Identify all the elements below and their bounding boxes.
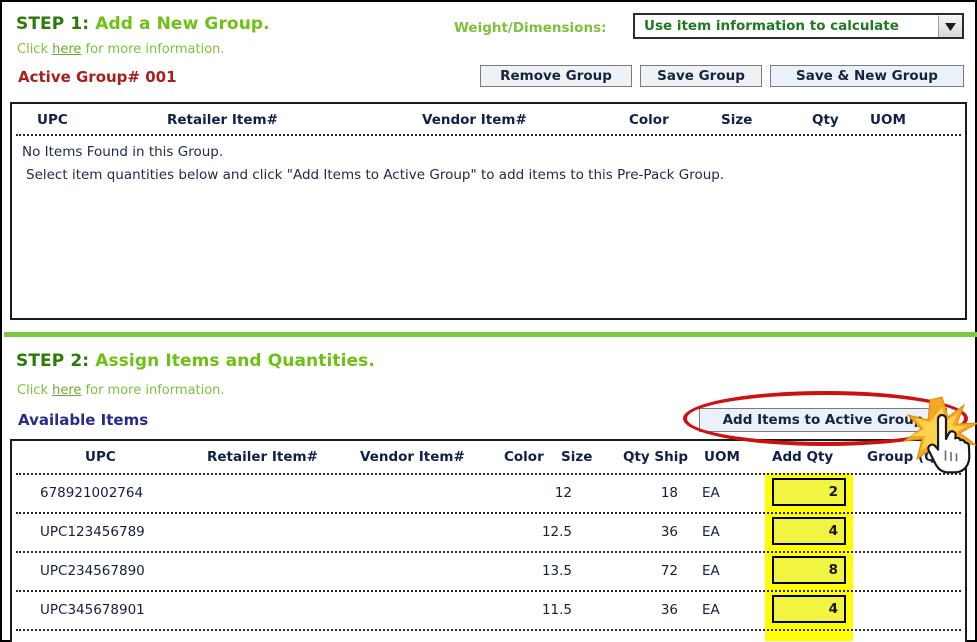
- header-separator: [16, 134, 961, 136]
- step2-heading-text: Assign Items and Quantities.: [95, 351, 375, 371]
- row-separator: [16, 629, 961, 631]
- available-items-panel: UPC Retailer Item# Vendor Item# Color Si…: [10, 439, 967, 642]
- active-group-label: Active Group# 001: [18, 68, 177, 86]
- col-qty-ship: Qty Ship: [623, 449, 689, 465]
- step1-help-line: Click here for more information.: [17, 42, 225, 57]
- add-qty-input[interactable]: 8: [772, 556, 846, 584]
- add-items-instruction: Select item quantities below and click "…: [26, 167, 725, 183]
- col-upc: UPC: [85, 449, 116, 465]
- col-add-qty: Add Qty: [772, 449, 834, 465]
- available-items-table-header: UPC Retailer Item# Vendor Item# Color Si…: [12, 441, 965, 475]
- cell-qty-ship: 36: [660, 602, 678, 618]
- cell-upc: 678921002764: [40, 485, 144, 501]
- cell-upc: UPC345678901: [40, 602, 145, 618]
- step1-heading-number: STEP 1:: [16, 14, 90, 34]
- add-items-to-active-group-button[interactable]: Add Items to Active Group: [699, 408, 947, 432]
- remove-group-button[interactable]: Remove Group: [480, 65, 632, 87]
- col-vendor-item: Vendor Item#: [422, 112, 527, 128]
- cell-uom: EA: [702, 563, 720, 579]
- prepack-group-screen: STEP 1: Add a New Group. Click here for …: [0, 0, 977, 642]
- col-qty: Qty: [812, 112, 839, 128]
- weight-dimensions-value: Use item information to calculate: [644, 18, 899, 34]
- step1-help-suffix: for more information.: [81, 42, 225, 57]
- cell-qty-ship: 72: [660, 563, 678, 579]
- available-items-label: Available Items: [18, 411, 149, 429]
- weight-dimensions-select[interactable]: Use item information to calculate: [633, 13, 964, 39]
- col-size: Size: [721, 112, 753, 128]
- table-row[interactable]: UPC123456789 12.5 36 EA 4: [12, 512, 965, 553]
- col-size: Size: [561, 449, 593, 465]
- col-color: Color: [629, 112, 669, 128]
- save-group-button[interactable]: Save Group: [640, 65, 762, 87]
- step2-help-link[interactable]: here: [52, 383, 81, 398]
- table-row[interactable]: 678921002764 12 18 EA 2: [12, 473, 965, 514]
- cell-uom: EA: [702, 524, 720, 540]
- weight-dimensions-label: Weight/Dimensions:: [454, 20, 607, 36]
- add-qty-input[interactable]: 2: [772, 478, 846, 506]
- active-group-table-header: UPC Retailer Item# Vendor Item# Color Si…: [12, 104, 965, 136]
- step1-help-prefix: Click: [17, 42, 53, 57]
- step1-heading: STEP 1: Add a New Group.: [16, 14, 270, 34]
- step2-help-suffix: for more information.: [81, 383, 225, 398]
- col-retailer-item: Retailer Item#: [207, 449, 318, 465]
- step2-help-prefix: Click: [17, 383, 53, 398]
- section-divider: [4, 332, 977, 337]
- col-group: Group (Q: [867, 449, 936, 465]
- no-items-message: No Items Found in this Group.: [22, 144, 224, 160]
- cell-qty-ship: 18: [660, 485, 678, 501]
- cell-size: 12.5: [541, 524, 572, 540]
- table-row[interactable]: UPC234567890 13.5 72 EA 8: [12, 551, 965, 592]
- step1-heading-text: Add a New Group.: [95, 14, 270, 34]
- col-vendor-item: Vendor Item#: [360, 449, 465, 465]
- cell-upc: UPC123456789: [40, 524, 145, 540]
- chevron-down-icon[interactable]: [938, 15, 962, 37]
- step2-help-line: Click here for more information.: [17, 383, 225, 398]
- add-qty-input[interactable]: 4: [772, 595, 846, 623]
- cell-uom: EA: [702, 602, 720, 618]
- step1-help-link[interactable]: here: [52, 42, 81, 57]
- step2-heading: STEP 2: Assign Items and Quantities.: [16, 351, 375, 371]
- step2-heading-number: STEP 2:: [16, 351, 90, 371]
- active-group-items-panel: UPC Retailer Item# Vendor Item# Color Si…: [10, 102, 967, 320]
- cell-qty-ship: 36: [660, 524, 678, 540]
- cell-size: 13.5: [541, 563, 572, 579]
- col-uom: UOM: [704, 449, 740, 465]
- cell-upc: UPC234567890: [40, 563, 145, 579]
- table-row[interactable]: UPC345678901 11.5 36 EA 4: [12, 590, 965, 631]
- add-qty-input[interactable]: 4: [772, 517, 846, 545]
- col-color: Color: [504, 449, 544, 465]
- cell-size: 11.5: [541, 602, 572, 618]
- col-uom: UOM: [870, 112, 906, 128]
- col-retailer-item: Retailer Item#: [167, 112, 278, 128]
- cell-size: 12: [554, 485, 572, 501]
- col-upc: UPC: [37, 112, 68, 128]
- cell-uom: EA: [702, 485, 720, 501]
- save-and-new-group-button[interactable]: Save & New Group: [770, 65, 964, 87]
